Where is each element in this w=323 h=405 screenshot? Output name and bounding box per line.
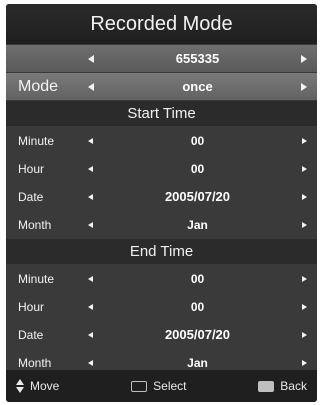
end-minute-control[interactable]: 00 [88, 272, 317, 286]
right-arrow-icon[interactable] [302, 303, 307, 310]
end-minute-label: Minute [18, 271, 55, 286]
end-month-control[interactable]: Jan [88, 356, 317, 370]
start-date-value: 2005/07/20 [164, 189, 231, 204]
start-date-row[interactable]: Date 2005/07/20 [6, 182, 317, 210]
start-month-control[interactable]: Jan [88, 218, 317, 232]
end-month-value: Jan [187, 355, 208, 370]
start-hour-label: Hour [18, 161, 45, 176]
select-hint: Select [131, 379, 187, 393]
right-arrow-icon[interactable] [301, 82, 307, 91]
start-hour-value: 00 [190, 161, 205, 176]
end-hour-row[interactable]: Hour 00 [6, 292, 317, 320]
back-label: Back [280, 379, 307, 393]
footer-hints: Move Select Back [6, 370, 317, 402]
right-arrow-icon[interactable] [301, 54, 307, 63]
start-month-label: Month [18, 217, 52, 232]
start-time-header: Start Time [6, 100, 317, 126]
mode-row[interactable]: Mode once [6, 72, 317, 100]
channel-value: 655335 [175, 51, 220, 66]
back-key-icon [258, 380, 275, 392]
start-minute-control[interactable]: 00 [88, 134, 317, 148]
right-arrow-icon[interactable] [302, 193, 307, 200]
end-date-row[interactable]: Date 2005/07/20 [6, 320, 317, 348]
mode-value: once [182, 79, 213, 94]
right-arrow-icon[interactable] [302, 275, 307, 282]
start-month-row[interactable]: Month Jan [6, 210, 317, 238]
end-hour-control[interactable]: 00 [88, 300, 317, 314]
channel-row[interactable]: 655335 [6, 44, 317, 72]
move-hint: Move [16, 379, 59, 393]
end-minute-row[interactable]: Minute 00 [6, 264, 317, 292]
recorded-mode-osd: Recorded Mode 655335 Mode once Start Tim… [6, 4, 317, 402]
updown-arrows-icon [16, 379, 24, 393]
start-date-label: Date [18, 189, 44, 204]
end-hour-label: Hour [18, 299, 45, 314]
end-month-label: Month [18, 355, 52, 370]
end-minute-value: 00 [190, 271, 205, 286]
channel-control[interactable]: 655335 [88, 51, 317, 66]
right-arrow-icon[interactable] [302, 331, 307, 338]
down-arrow-icon [16, 387, 24, 393]
move-label: Move [30, 379, 60, 393]
right-arrow-icon[interactable] [302, 137, 307, 144]
right-arrow-icon[interactable] [302, 359, 307, 366]
end-hour-value: 00 [190, 299, 205, 314]
start-minute-label: Minute [18, 133, 55, 148]
back-hint: Back [258, 379, 307, 393]
end-date-label: Date [18, 327, 44, 342]
start-minute-value: 00 [190, 133, 205, 148]
right-arrow-icon[interactable] [302, 221, 307, 228]
start-minute-row[interactable]: Minute 00 [6, 126, 317, 154]
end-time-header: End Time [6, 238, 317, 264]
mode-label: Mode [18, 77, 59, 95]
select-label: Select [153, 379, 187, 393]
right-arrow-icon[interactable] [302, 165, 307, 172]
start-hour-control[interactable]: 00 [88, 162, 317, 176]
end-date-value: 2005/07/20 [164, 327, 231, 342]
mode-control[interactable]: once [88, 79, 317, 94]
start-hour-row[interactable]: Hour 00 [6, 154, 317, 182]
end-date-control[interactable]: 2005/07/20 [88, 327, 317, 342]
start-month-value: Jan [187, 217, 208, 232]
up-arrow-icon [16, 379, 24, 385]
select-key-icon [131, 380, 148, 392]
start-date-control[interactable]: 2005/07/20 [88, 189, 317, 204]
page-title: Recorded Mode [6, 4, 317, 44]
